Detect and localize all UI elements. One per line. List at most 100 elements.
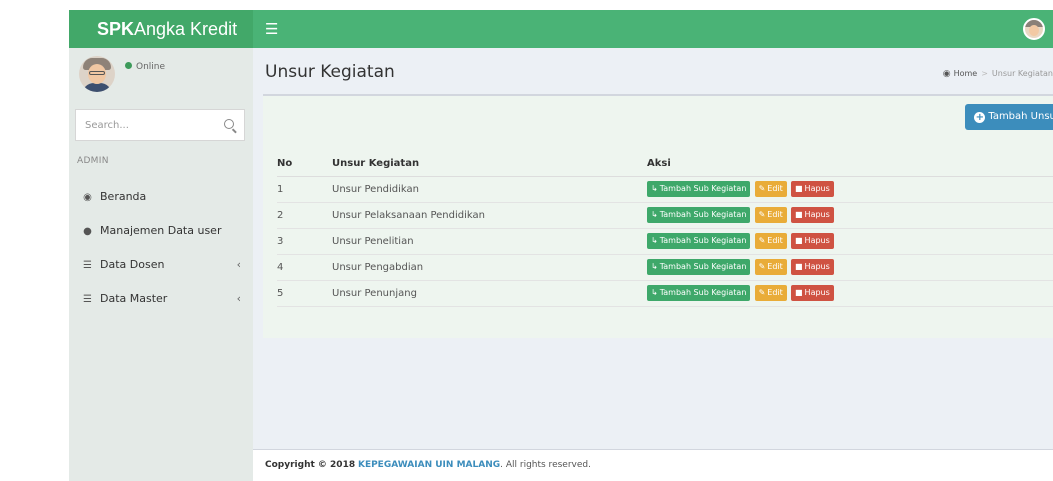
cell-unsur: Unsur Pendidikan xyxy=(332,176,647,203)
users-icon: ● xyxy=(83,226,92,237)
table-header-row: No Unsur Kegiatan Aksi xyxy=(277,152,1053,177)
button-label: Edit xyxy=(767,184,783,193)
hamburger-icon[interactable]: ☰ xyxy=(265,10,278,48)
button-label: Tambah Sub Kegiatan xyxy=(659,262,747,271)
cell-no: 1 xyxy=(277,176,332,203)
dashboard-icon: ◉ xyxy=(83,192,92,203)
hapus-button[interactable]: ■ Hapus xyxy=(790,259,834,275)
logo-bold: SPK xyxy=(97,19,135,39)
level-down-icon: ↳ xyxy=(651,288,658,297)
sidebar-item-data-dosen[interactable]: ☰ Data Dosen ‹ xyxy=(69,248,253,282)
button-label: Tambah Sub Kegiatan xyxy=(659,210,747,219)
add-unsur-button[interactable]: + Tambah Unsur xyxy=(965,104,1053,130)
chevron-left-icon: ‹ xyxy=(236,292,241,305)
trash-icon: ■ xyxy=(794,236,803,245)
button-label: Hapus xyxy=(804,288,830,297)
trash-icon: ■ xyxy=(794,210,803,219)
sidebar-item-label: Data Dosen xyxy=(100,258,165,271)
button-label: Tambah Sub Kegiatan xyxy=(659,288,747,297)
cell-aksi: ↳ Tambah Sub Kegiatan ✎ Edit ■ Hapus xyxy=(647,228,1053,255)
plus-circle-icon: + xyxy=(974,112,986,123)
footer-rights: . All rights reserved. xyxy=(500,460,591,470)
button-label: Hapus xyxy=(804,236,830,245)
tambah-sub-kegiatan-button[interactable]: ↳ Tambah Sub Kegiatan xyxy=(647,285,751,301)
search-icon[interactable] xyxy=(224,119,234,129)
breadcrumb: ◉ Home > Unsur Kegiatan xyxy=(943,69,1053,79)
breadcrumb-home[interactable]: Home xyxy=(954,69,978,78)
table-row: 1 Unsur Pendidikan ↳ Tambah Sub Kegiatan … xyxy=(277,176,1053,203)
user-panel: Online xyxy=(69,48,253,104)
online-status: Online xyxy=(125,62,165,72)
hapus-button[interactable]: ■ Hapus xyxy=(790,233,834,249)
app-logo[interactable]: SPKAngka Kredit xyxy=(69,10,253,48)
cell-unsur: Unsur Pengabdian xyxy=(332,254,647,281)
col-header-no: No xyxy=(277,152,332,177)
footer-org-link[interactable]: KEPEGAWAIAN UIN MALANG xyxy=(358,460,500,470)
table-row: 2 Unsur Pelaksanaan Pendidikan ↳ Tambah S… xyxy=(277,202,1053,229)
chevron-left-icon: ‹ xyxy=(236,258,241,271)
col-header-aksi: Aksi xyxy=(647,152,1053,177)
tambah-sub-kegiatan-button[interactable]: ↳ Tambah Sub Kegiatan xyxy=(647,207,751,223)
sidebar-search xyxy=(75,109,245,141)
hapus-button[interactable]: ■ Hapus xyxy=(790,207,834,223)
sidebar-item-beranda[interactable]: ◉ Beranda xyxy=(69,180,253,214)
hapus-button[interactable]: ■ Hapus xyxy=(790,181,834,197)
sidebar-section-header: ADMIN xyxy=(77,156,109,166)
table-row: 4 Unsur Pengabdian ↳ Tambah Sub Kegiatan … xyxy=(277,254,1053,281)
edit-button[interactable]: ✎ Edit xyxy=(754,181,787,197)
sidebar-item-manajemen-data-user[interactable]: ● Manajemen Data user xyxy=(69,214,253,248)
list-icon: ☰ xyxy=(83,294,92,305)
breadcrumb-separator: > xyxy=(981,69,988,78)
edit-button[interactable]: ✎ Edit xyxy=(754,259,787,275)
pencil-icon: ✎ xyxy=(758,236,766,245)
button-label: Edit xyxy=(767,262,783,271)
app-frame: SPKAngka Kredit ☰ Online ADMIN xyxy=(69,10,1053,481)
sidebar-item-label: Beranda xyxy=(100,190,147,203)
edit-button[interactable]: ✎ Edit xyxy=(754,207,787,223)
footer-copyright: Copyright © 2018 xyxy=(265,460,356,470)
level-down-icon: ↳ xyxy=(651,210,658,219)
table-row: 5 Unsur Penunjang ↳ Tambah Sub Kegiatan ✎… xyxy=(277,280,1053,307)
unsur-table: No Unsur Kegiatan Aksi 1 Unsur Pendidika… xyxy=(277,152,1053,307)
main-content: Unsur Kegiatan ◉ Home > Unsur Kegiatan + Tam… xyxy=(253,48,1053,481)
cell-no: 4 xyxy=(277,254,332,281)
level-down-icon: ↳ xyxy=(651,236,658,245)
sidebar-item-label: Data Master xyxy=(100,292,168,305)
pencil-icon: ✎ xyxy=(758,184,766,193)
button-label: Tambah Sub Kegiatan xyxy=(659,236,747,245)
tambah-sub-kegiatan-button[interactable]: ↳ Tambah Sub Kegiatan xyxy=(647,181,751,197)
sidebar-item-data-master[interactable]: ☰ Data Master ‹ xyxy=(69,282,253,316)
tambah-sub-kegiatan-button[interactable]: ↳ Tambah Sub Kegiatan xyxy=(647,233,751,249)
button-label: Edit xyxy=(767,236,783,245)
cell-aksi: ↳ Tambah Sub Kegiatan ✎ Edit ■ Hapus xyxy=(647,202,1053,229)
photo-glasses xyxy=(89,71,105,75)
button-label: Edit xyxy=(767,288,783,297)
breadcrumb-current: Unsur Kegiatan xyxy=(991,69,1053,78)
user-avatar[interactable] xyxy=(1023,18,1045,40)
dashboard-icon: ◉ xyxy=(942,69,951,79)
page-title: Unsur Kegiatan xyxy=(265,62,395,82)
sidebar-menu: ◉ Beranda ● Manajemen Data user ☰ Data Dose… xyxy=(69,180,253,316)
edit-button[interactable]: ✎ Edit xyxy=(754,233,787,249)
photo-shirt xyxy=(82,83,112,92)
online-dot-icon xyxy=(125,62,132,69)
table-row: 3 Unsur Penelitian ↳ Tambah Sub Kegiatan … xyxy=(277,228,1053,255)
tambah-sub-kegiatan-button[interactable]: ↳ Tambah Sub Kegiatan xyxy=(647,259,751,275)
hapus-button[interactable]: ■ Hapus xyxy=(790,285,834,301)
list-icon: ☰ xyxy=(83,260,92,271)
cell-unsur: Unsur Penelitian xyxy=(332,228,647,255)
cell-no: 2 xyxy=(277,202,332,229)
button-label: Hapus xyxy=(804,184,830,193)
user-photo xyxy=(79,56,115,92)
button-label: Hapus xyxy=(804,262,830,271)
pencil-icon: ✎ xyxy=(758,262,766,271)
trash-icon: ■ xyxy=(794,184,803,193)
col-header-unsur: Unsur Kegiatan xyxy=(332,152,647,177)
trash-icon: ■ xyxy=(794,262,803,271)
edit-button[interactable]: ✎ Edit xyxy=(754,285,787,301)
cell-no: 3 xyxy=(277,228,332,255)
unsur-box: + Tambah Unsur No Unsur Kegiatan Aksi 1 U… xyxy=(263,94,1053,338)
cell-unsur: Unsur Penunjang xyxy=(332,280,647,307)
search-input[interactable] xyxy=(76,110,206,140)
cell-no: 5 xyxy=(277,280,332,307)
